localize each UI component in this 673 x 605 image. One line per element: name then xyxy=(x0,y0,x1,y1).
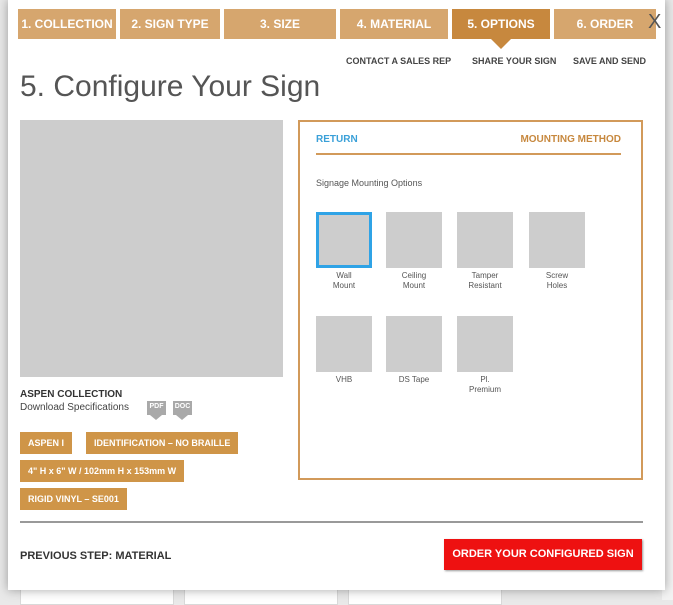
panel-subheading: Signage Mounting Options xyxy=(316,178,423,188)
panel-heading: MOUNTING METHOD xyxy=(520,134,621,145)
option-swatch xyxy=(457,212,513,268)
option-tamper-resistant[interactable]: Tamper Resistant xyxy=(457,212,513,291)
option-swatch xyxy=(386,316,442,372)
previous-step-link[interactable]: PREVIOUS STEP: MATERIAL xyxy=(20,550,171,562)
option-label: Wall Mount xyxy=(332,271,356,290)
sign-preview xyxy=(20,120,283,377)
close-button[interactable]: X xyxy=(648,10,661,34)
tab-size[interactable]: 3. SIZE xyxy=(224,9,336,39)
contact-sales-link[interactable]: CONTACT A SALES REP xyxy=(346,56,451,66)
save-send-link[interactable]: SAVE AND SEND xyxy=(573,56,646,66)
summary-tag-size: 4" H x 6" W / 102mm H x 153mm W xyxy=(20,460,185,482)
option-swatch xyxy=(316,212,372,268)
option-ds-tape[interactable]: DS Tape xyxy=(386,316,442,385)
option-label: DS Tape xyxy=(398,375,430,384)
option-label: Pl. Premium xyxy=(468,375,501,394)
summary-tag-type: IDENTIFICATION – NO BRAILLE xyxy=(86,432,239,454)
doc-download-icon[interactable]: DOC xyxy=(173,401,192,420)
option-swatch xyxy=(529,212,585,268)
summary-tag-model: ASPEN I xyxy=(20,432,73,454)
option-wall-mount[interactable]: Wall Mount xyxy=(316,212,372,291)
mounting-options-panel: RETURN MOUNTING METHOD Signage Mounting … xyxy=(298,120,643,480)
tab-collection[interactable]: 1. COLLECTION xyxy=(18,9,116,39)
tab-sign-type[interactable]: 2. SIGN TYPE xyxy=(120,9,220,39)
step-tabs: 1. COLLECTION 2. SIGN TYPE 3. SIZE 4. MA… xyxy=(18,9,656,49)
option-label: Tamper Resistant xyxy=(468,271,502,290)
option-vhb[interactable]: VHB xyxy=(316,316,372,385)
summary-tag-material: RIGID VINYL – SE001 xyxy=(20,488,127,510)
share-sign-link[interactable]: SHARE YOUR SIGN xyxy=(472,56,556,66)
option-label: Ceiling Mount xyxy=(401,271,427,290)
order-configured-sign-button[interactable]: ORDER YOUR CONFIGURED SIGN xyxy=(444,539,642,570)
option-screw-holes[interactable]: Screw Holes xyxy=(529,212,585,291)
panel-divider xyxy=(316,153,621,155)
pdf-download-icon[interactable]: PDF xyxy=(147,401,166,420)
option-swatch xyxy=(316,316,372,372)
return-link[interactable]: RETURN xyxy=(316,134,358,145)
option-ceiling-mount[interactable]: Ceiling Mount xyxy=(386,212,442,291)
download-specifications-label: Download Specifications xyxy=(20,402,129,413)
tab-material[interactable]: 4. MATERIAL xyxy=(340,9,448,39)
option-swatch xyxy=(457,316,513,372)
tab-order[interactable]: 6. ORDER xyxy=(554,9,656,39)
option-label: VHB xyxy=(335,375,353,384)
footer-divider xyxy=(20,521,643,523)
collection-name: ASPEN COLLECTION xyxy=(20,389,123,400)
option-label: Screw Holes xyxy=(545,271,569,290)
page-title: 5. Configure Your Sign xyxy=(20,70,321,103)
option-pl-premium[interactable]: Pl. Premium xyxy=(457,316,513,395)
tab-options[interactable]: 5. OPTIONS xyxy=(452,9,550,49)
option-swatch xyxy=(386,212,442,268)
configure-modal: 1. COLLECTION 2. SIGN TYPE 3. SIZE 4. MA… xyxy=(8,0,665,590)
